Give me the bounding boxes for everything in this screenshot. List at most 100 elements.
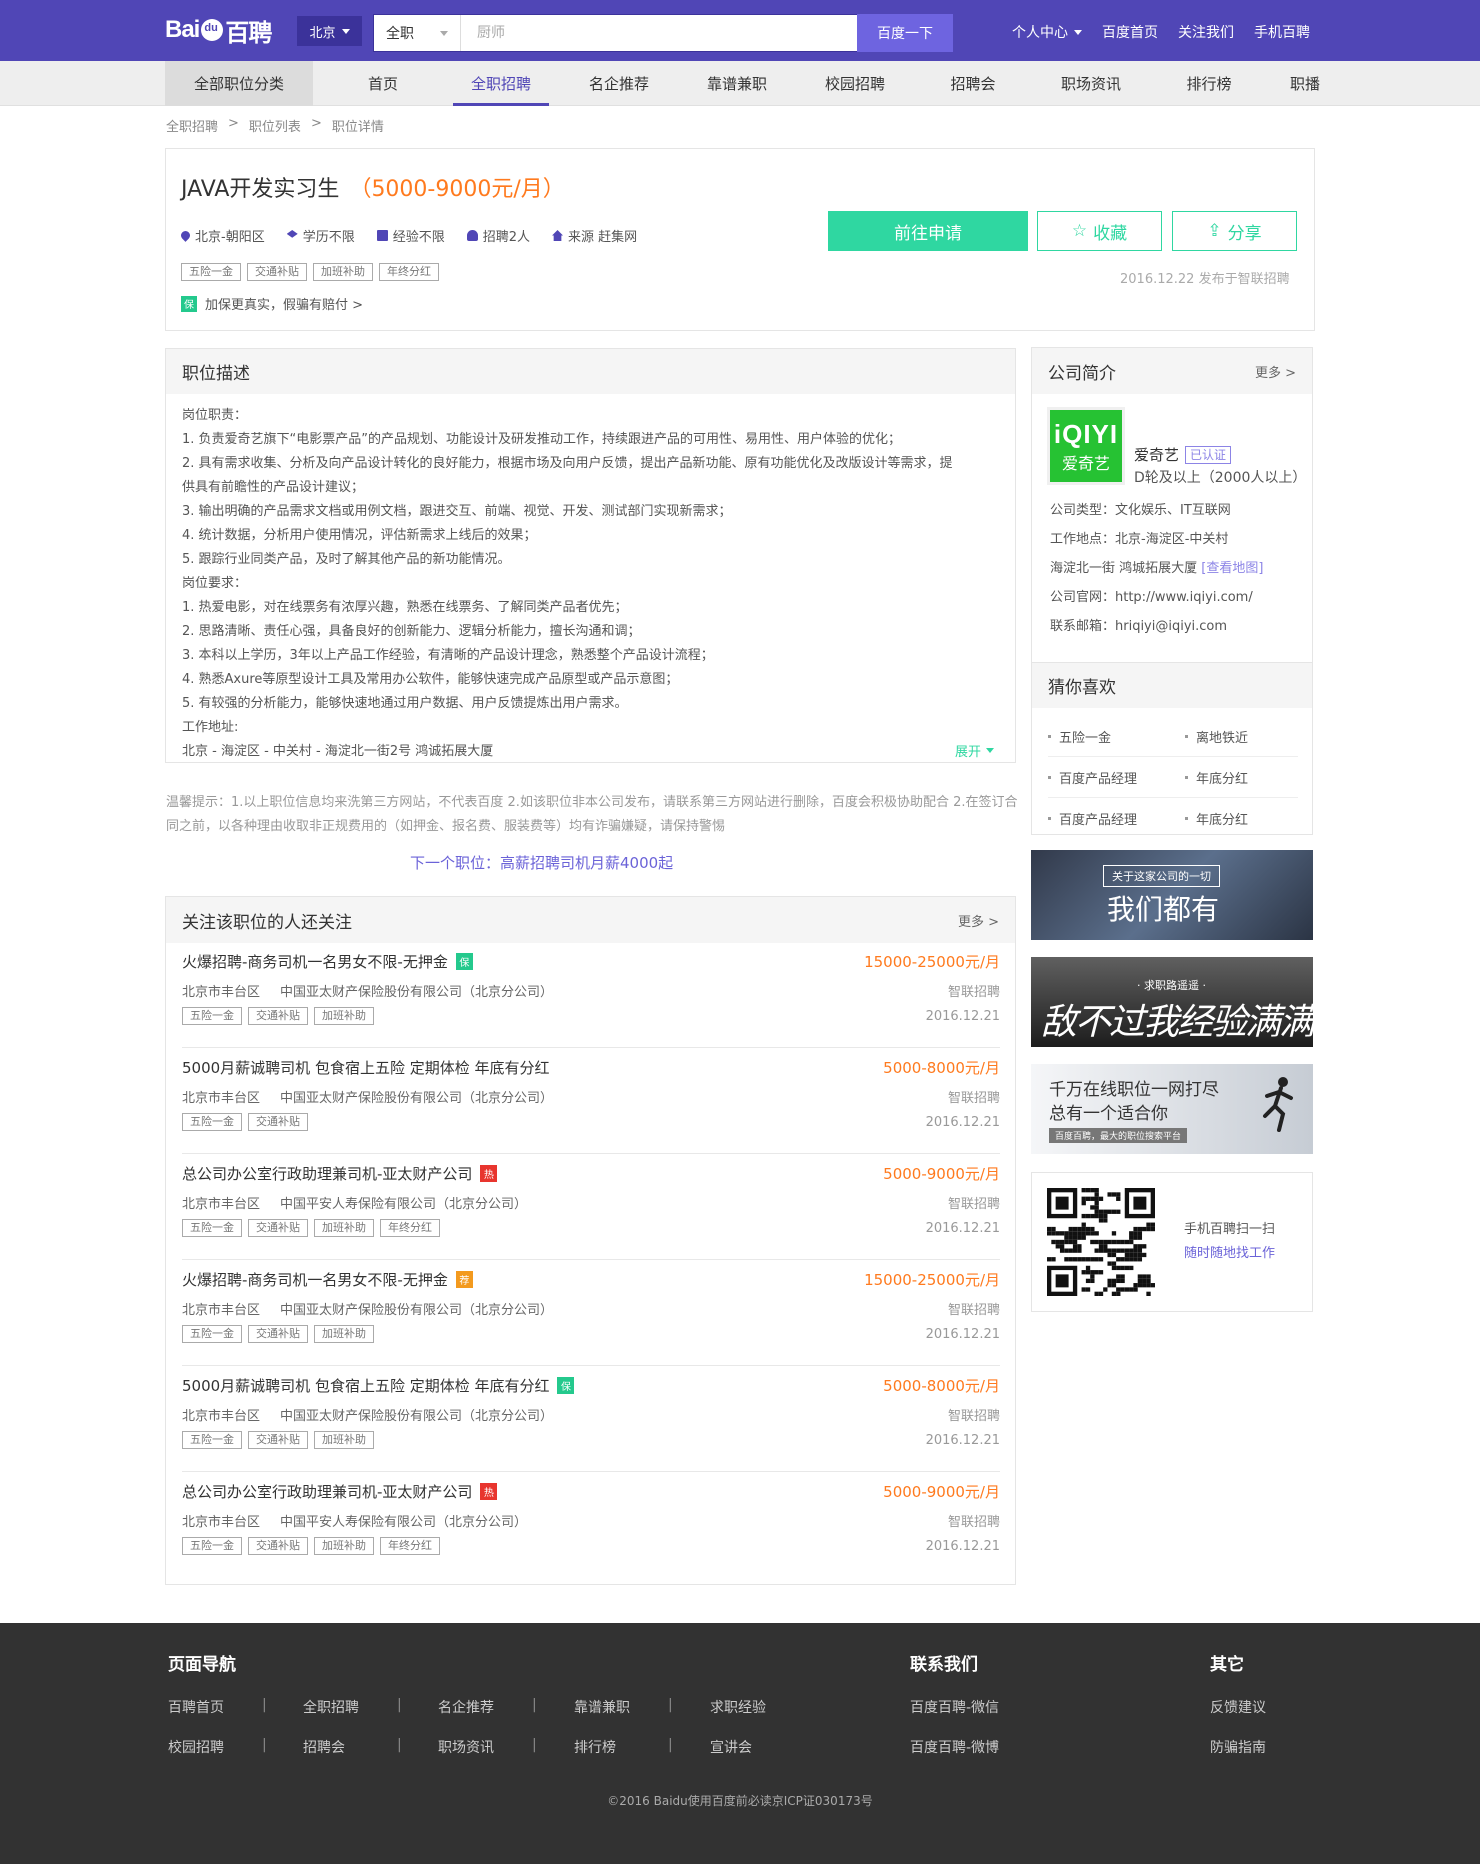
favorite-button[interactable]: ☆ 收藏 <box>1037 211 1162 251</box>
nav-job-fair[interactable]: 招聘会 <box>925 61 1021 106</box>
banner-search-platform[interactable]: 千万在线职位一网打尽 总有一个适合你 百度百聘，最大的职位搜索平台 <box>1031 1064 1313 1154</box>
guess-item[interactable]: 五险一金 <box>1048 716 1185 757</box>
related-job-tags: 五险一金 交通补贴 加班补助 年终分红 <box>182 1219 440 1237</box>
paw-icon <box>201 19 224 41</box>
company-website[interactable]: 公司官网：http://www.iqiyi.com/ <box>1050 583 1263 612</box>
job-tags: 五险一金 交通补贴 加班补助 年终分红 <box>181 263 439 281</box>
related-job-title[interactable]: 总公司办公室行政助理兼司机-亚太财产公司热 <box>182 1481 498 1502</box>
related-job-title[interactable]: 总公司办公室行政助理兼司机-亚太财产公司热 <box>182 1163 498 1184</box>
apply-button[interactable]: 前往申请 <box>828 211 1028 251</box>
related-job-row[interactable]: 总公司办公室行政助理兼司机-亚太财产公司热 5000-9000元/月 北京市丰台区 中… <box>182 1473 1000 1578</box>
guarantee-link[interactable]: 保加保更真实，假骗有赔付 > <box>181 294 363 313</box>
nav-parttime[interactable]: 靠谱兼职 <box>689 61 785 106</box>
search-button[interactable]: 百度一下 <box>857 14 953 52</box>
description-line: 供具有前瞻性的产品设计建议； <box>182 480 365 495</box>
next-job-link[interactable]: 下一个职位：高薪招聘司机月薪4000起 <box>410 852 673 873</box>
description-line: 5. 有较强的分析能力，能够快速地通过用户数据、用户反馈提炼出用户需求。 <box>182 696 628 711</box>
baidu-home-link[interactable]: 百度首页 <box>1102 22 1158 42</box>
share-label: 分享 <box>1227 223 1262 244</box>
share-icon: ⇪ <box>1207 221 1222 241</box>
footer-nav-link[interactable]: 靠谱兼职 <box>574 1697 630 1717</box>
related-job-row[interactable]: 火爆招聘-商务司机一名男女不限-无押金保 15000-25000元/月 北京市丰台区… <box>182 943 1000 1048</box>
nav-career-news[interactable]: 职场资讯 <box>1021 61 1161 106</box>
footer-anti-fraud-link[interactable]: 防骗指南 <box>1210 1737 1266 1757</box>
nav-campus[interactable]: 校园招聘 <box>785 61 925 106</box>
related-job-title[interactable]: 火爆招聘-商务司机一名男女不限-无押金荐 <box>182 1269 473 1290</box>
related-job-title[interactable]: 5000月薪诚聘司机 包食宿上五险 定期体检 年底有分红 <box>182 1057 549 1078</box>
related-job-row[interactable]: 火爆招聘-商务司机一名男女不限-无押金荐 15000-25000元/月 北京市丰台区… <box>182 1261 1000 1366</box>
job-headcount-text: 招聘2人 <box>482 230 531 245</box>
related-job-title-text: 5000月薪诚聘司机 包食宿上五险 定期体检 年底有分红 <box>182 1377 550 1395</box>
related-job-row[interactable]: 总公司办公室行政助理兼司机-亚太财产公司热 5000-9000元/月 北京市丰台区 中… <box>182 1155 1000 1260</box>
related-job-salary: 5000-9000元/月 <box>883 1165 1000 1183</box>
company-email[interactable]: 联系邮箱：hriqiyi@iqiyi.com <box>1050 612 1263 641</box>
description-body: 岗位职责： 1. 负责爱奇艺旗下“电影票产品”的产品规划、功能设计及研发推动工作… <box>166 394 1015 764</box>
related-job-row[interactable]: 5000月薪诚聘司机 包食宿上五险 定期体检 年底有分红 5000-8000元/月… <box>182 1049 1000 1154</box>
related-job-title[interactable]: 火爆招聘-商务司机一名男女不限-无押金保 <box>182 951 473 972</box>
footer-nav-link[interactable]: 校园招聘 <box>168 1737 224 1757</box>
related-job-salary: 5000-8000元/月 <box>883 1059 1000 1077</box>
guess-item[interactable]: 离地铁近 <box>1185 716 1298 757</box>
search-scope-select[interactable]: 全职 <box>374 15 461 51</box>
footer-nav-link[interactable]: 招聘会 <box>303 1737 345 1757</box>
mobile-app-link[interactable]: 手机百聘 <box>1254 22 1310 42</box>
footer-nav-link[interactable]: 名企推荐 <box>438 1697 494 1717</box>
footer-nav-link[interactable]: 排行榜 <box>574 1737 616 1757</box>
related-job-location: 北京市丰台区 中国亚太财产保险股份有限公司（北京分公司） <box>182 1299 573 1318</box>
company-name[interactable]: 爱奇艺 <box>1134 444 1179 465</box>
footer-nav-title: 页面导航 <box>168 1655 236 1675</box>
footer-nav-link[interactable]: 职场资讯 <box>438 1737 494 1757</box>
banner-company-info[interactable]: 关于这家公司的一切 我们都有 <box>1031 850 1313 940</box>
related-job-title[interactable]: 5000月薪诚聘司机 包食宿上五险 定期体检 年底有分红保 <box>182 1375 575 1396</box>
nav-home[interactable]: 首页 <box>313 61 453 106</box>
nav-ranking[interactable]: 排行榜 <box>1161 61 1257 106</box>
panel-header: 职位描述 <box>166 349 1015 394</box>
footer-nav-link[interactable]: 求职经验 <box>710 1697 766 1717</box>
breadcrumb-job-list[interactable]: 职位列表 <box>249 116 301 135</box>
more-link[interactable]: 更多 > <box>958 911 999 930</box>
nav-live[interactable]: 职播 <box>1257 61 1353 106</box>
personal-center-link[interactable]: 个人中心 <box>1012 22 1082 42</box>
city-selector[interactable]: 北京 <box>297 16 362 46</box>
related-job-title-text: 总公司办公室行政助理兼司机-亚太财产公司 <box>182 1483 473 1501</box>
expand-button[interactable]: 展开 <box>955 741 995 760</box>
company-logo[interactable]: iQIYI 爱奇艺 <box>1047 407 1125 485</box>
job-tag: 五险一金 <box>181 263 241 281</box>
related-job-row[interactable]: 5000月薪诚聘司机 包食宿上五险 定期体检 年底有分红保 5000-8000元/… <box>182 1367 1000 1472</box>
home-icon <box>552 230 564 241</box>
footer-nav-link[interactable]: 百聘首页 <box>168 1697 224 1717</box>
job-headcount: 招聘2人 <box>466 226 531 245</box>
footer-nav-link[interactable]: 宣讲会 <box>710 1737 752 1757</box>
share-button[interactable]: ⇪ 分享 <box>1172 211 1297 251</box>
footer-other-title: 其它 <box>1210 1655 1244 1675</box>
follow-us-link[interactable]: 关注我们 <box>1178 22 1234 42</box>
more-link[interactable]: 更多 > <box>1255 362 1296 381</box>
guess-item[interactable]: 年底分红 <box>1185 798 1298 839</box>
footer-wechat-link[interactable]: 百度百聘-微信 <box>910 1697 999 1717</box>
footer: 页面导航 联系我们 其它 百聘首页 全职招聘 名企推荐 靠谱兼职 求职经验 | | | | 校园招… <box>0 1623 1480 1864</box>
related-job-salary: 15000-25000元/月 <box>864 953 1000 971</box>
footer-nav-link[interactable]: 全职招聘 <box>303 1697 359 1717</box>
qr-text: 手机百聘扫一扫 随时随地找工作 <box>1184 1218 1275 1266</box>
nav-top-companies[interactable]: 名企推荐 <box>549 61 689 106</box>
banner-experience[interactable]: · 求职路遥遥 · 敌不过我经验满满 <box>1031 957 1313 1047</box>
guess-item[interactable]: 百度产品经理 <box>1048 798 1185 839</box>
breadcrumb: 全职招聘 > 职位列表 > 职位详情 <box>166 116 384 135</box>
job-location-text: 北京-朝阳区 <box>195 230 265 245</box>
baidu-logo[interactable]: Bai百聘 <box>165 8 272 52</box>
expand-label: 展开 <box>955 745 982 760</box>
search-scope-label: 全职 <box>386 26 414 42</box>
job-tag: 加班补助 <box>314 1007 374 1025</box>
job-badge: 荐 <box>455 1271 473 1288</box>
nav-fulltime[interactable]: 全职招聘 <box>453 61 549 106</box>
all-categories-button[interactable]: 全部职位分类 <box>165 61 313 106</box>
footer-weibo-link[interactable]: 百度百聘-微博 <box>910 1737 999 1757</box>
guess-item[interactable]: 百度产品经理 <box>1048 757 1185 798</box>
job-tag: 五险一金 <box>182 1007 242 1025</box>
related-job-area: 北京市丰台区 <box>182 1091 261 1106</box>
footer-separator: | <box>262 1737 267 1753</box>
breadcrumb-fulltime[interactable]: 全职招聘 <box>166 116 218 135</box>
guess-item[interactable]: 年底分红 <box>1185 757 1298 798</box>
view-map-link[interactable]: [查看地图] <box>1201 561 1263 576</box>
footer-feedback-link[interactable]: 反馈建议 <box>1210 1697 1266 1717</box>
